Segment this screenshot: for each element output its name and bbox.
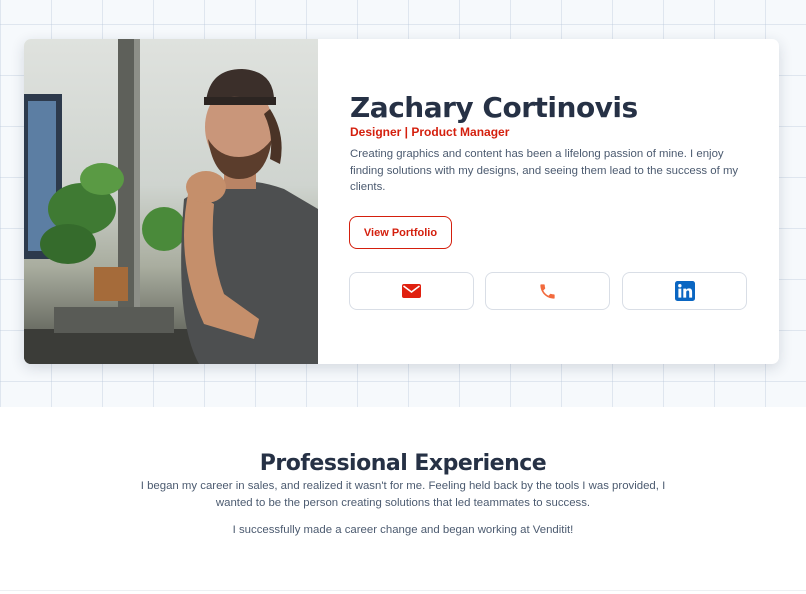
profile-card: Zachary Cortinovis Designer | Product Ma… — [24, 39, 779, 364]
linkedin-button[interactable] — [622, 272, 747, 310]
profile-photo — [24, 39, 318, 364]
experience-section: Professional Experience I began my caree… — [0, 450, 806, 539]
profile-bio: Creating graphics and content has been a… — [350, 148, 739, 193]
experience-title: Professional Experience — [259, 451, 547, 476]
phone-button[interactable] — [485, 272, 610, 310]
email-button[interactable] — [349, 272, 474, 310]
phone-icon — [540, 283, 555, 299]
profile-info: Zachary Cortinovis Designer | Product Ma… — [350, 91, 750, 196]
profile-name: Zachary Cortinovis — [350, 91, 638, 124]
experience-paragraph-1: I began my career in sales, and realized… — [140, 480, 666, 509]
section-divider — [0, 590, 806, 591]
view-portfolio-button[interactable]: View Portfolio — [349, 216, 452, 249]
linkedin-icon — [674, 281, 695, 301]
experience-paragraph-2: I successfully made a career change and … — [232, 524, 574, 536]
envelope-icon — [402, 284, 421, 298]
profile-role: Designer | Product Manager — [350, 125, 510, 139]
